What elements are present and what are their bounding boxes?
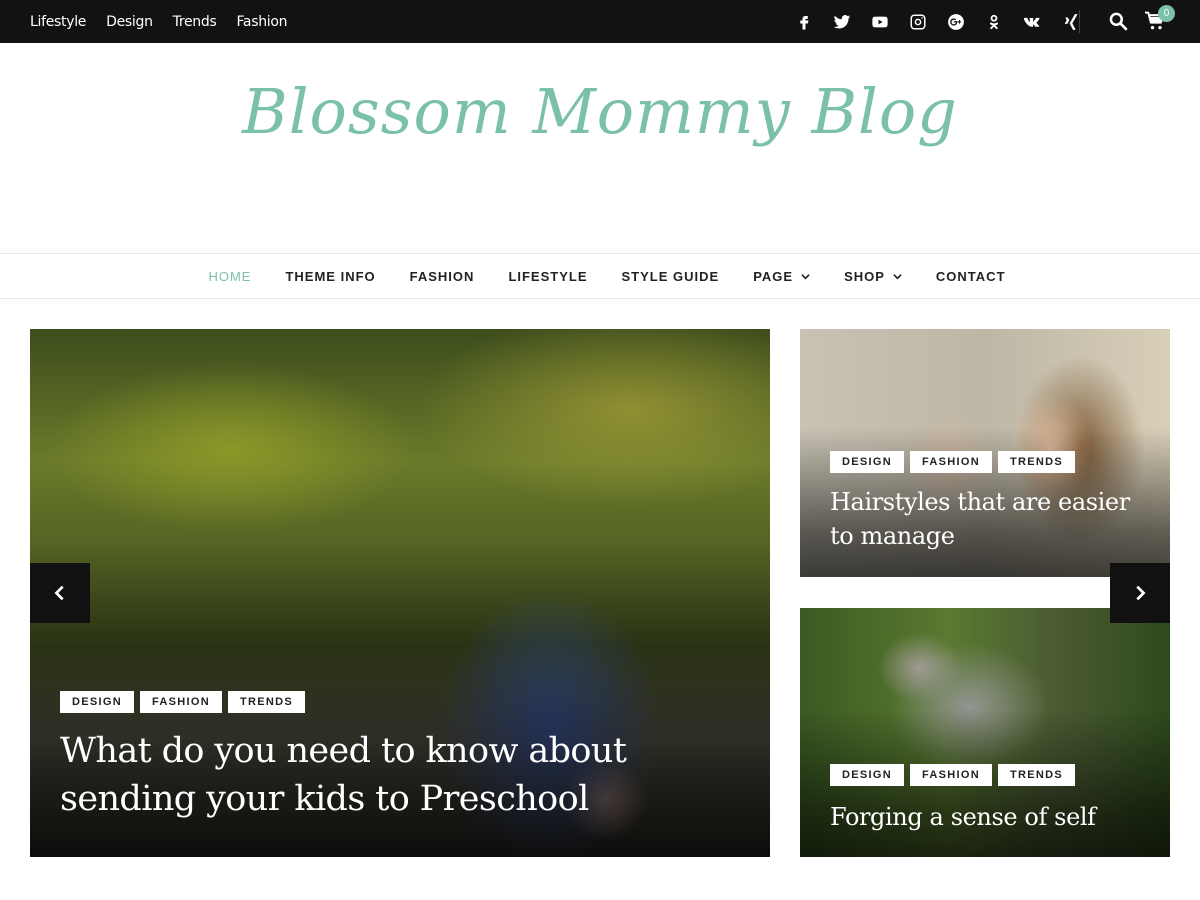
facebook-icon[interactable] xyxy=(794,12,814,32)
nav-label: HOME xyxy=(208,268,252,284)
category-tag-trends[interactable]: TRENDS xyxy=(997,451,1076,473)
featured-post-side-1[interactable]: DESIGN FASHION TRENDS Hairstyles that ar… xyxy=(800,329,1170,577)
post-title[interactable]: Hairstyles that are easier to manage xyxy=(830,485,1150,553)
google-plus-icon[interactable] xyxy=(946,12,966,32)
category-tag-trends[interactable]: TRENDS xyxy=(227,691,306,713)
nav-item-theme-info[interactable]: THEME INFO xyxy=(285,269,375,284)
post-title[interactable]: Forging a sense of self xyxy=(830,800,1150,834)
youtube-icon[interactable] xyxy=(870,12,890,32)
featured-post-main[interactable]: DESIGN FASHION TRENDS What do you need t… xyxy=(30,329,770,857)
twitter-icon[interactable] xyxy=(832,12,852,32)
nav-item-shop[interactable]: SHOP xyxy=(844,269,902,284)
category-tag-fashion[interactable]: FASHION xyxy=(909,451,992,473)
nav-item-contact[interactable]: CONTACT xyxy=(936,269,1006,284)
slider-next-button[interactable] xyxy=(1110,563,1170,623)
post-categories: DESIGN FASHION TRENDS xyxy=(830,451,1076,473)
nav-label: STYLE GUIDE xyxy=(621,268,720,284)
post-title[interactable]: What do you need to know about sending y… xyxy=(60,727,750,823)
category-tag-design[interactable]: DESIGN xyxy=(60,691,134,713)
chevron-left-icon xyxy=(54,585,64,601)
featured-post-side-2[interactable]: DESIGN FASHION TRENDS Forging a sense of… xyxy=(800,608,1170,857)
main-navigation: HOME THEME INFO FASHION LIFESTYLE STYLE … xyxy=(0,253,1200,299)
nav-item-fashion[interactable]: FASHION xyxy=(410,269,475,284)
nav-item-page[interactable]: PAGE xyxy=(753,269,810,284)
social-links xyxy=(794,0,1080,43)
nav-item-style-guide[interactable]: STYLE GUIDE xyxy=(622,269,720,284)
topbar-divider xyxy=(1079,10,1080,33)
nav-item-home[interactable]: HOME xyxy=(208,269,251,284)
chevron-down-icon xyxy=(801,273,810,279)
cart-count-badge: 0 xyxy=(1158,5,1175,22)
slider-prev-button[interactable] xyxy=(30,563,90,623)
nav-label: THEME INFO xyxy=(285,268,376,284)
chevron-right-icon xyxy=(1136,585,1146,601)
category-tag-trends[interactable]: TRENDS xyxy=(997,764,1076,786)
top-link-fashion[interactable]: Fashion xyxy=(236,14,287,30)
nav-label: PAGE xyxy=(753,268,794,284)
search-icon[interactable] xyxy=(1108,11,1128,31)
vk-icon[interactable] xyxy=(1022,12,1042,32)
chevron-down-icon xyxy=(893,273,902,279)
nav-item-lifestyle[interactable]: LIFESTYLE xyxy=(508,269,587,284)
nav-label: LIFESTYLE xyxy=(508,268,588,284)
category-tag-design[interactable]: DESIGN xyxy=(830,764,904,786)
top-link-design[interactable]: Design xyxy=(106,14,153,30)
nav-label: CONTACT xyxy=(935,268,1006,284)
category-tag-fashion[interactable]: FASHION xyxy=(139,691,222,713)
odnoklassniki-icon[interactable] xyxy=(984,12,1004,32)
site-title[interactable]: Blossom Mommy Blog xyxy=(0,75,1200,148)
top-link-lifestyle[interactable]: Lifestyle xyxy=(30,14,86,30)
category-tag-design[interactable]: DESIGN xyxy=(830,451,904,473)
instagram-icon[interactable] xyxy=(908,12,928,32)
post-categories: DESIGN FASHION TRENDS xyxy=(830,764,1076,786)
top-link-trends[interactable]: Trends xyxy=(173,14,217,30)
xing-icon[interactable] xyxy=(1060,12,1080,32)
top-bar: Lifestyle Design Trends Fashion 0 xyxy=(0,0,1200,43)
category-tag-fashion[interactable]: FASHION xyxy=(909,764,992,786)
nav-label: SHOP xyxy=(844,268,885,284)
nav-label: FASHION xyxy=(409,268,475,284)
post-categories: DESIGN FASHION TRENDS xyxy=(60,691,306,713)
top-menu: Lifestyle Design Trends Fashion xyxy=(30,0,288,43)
